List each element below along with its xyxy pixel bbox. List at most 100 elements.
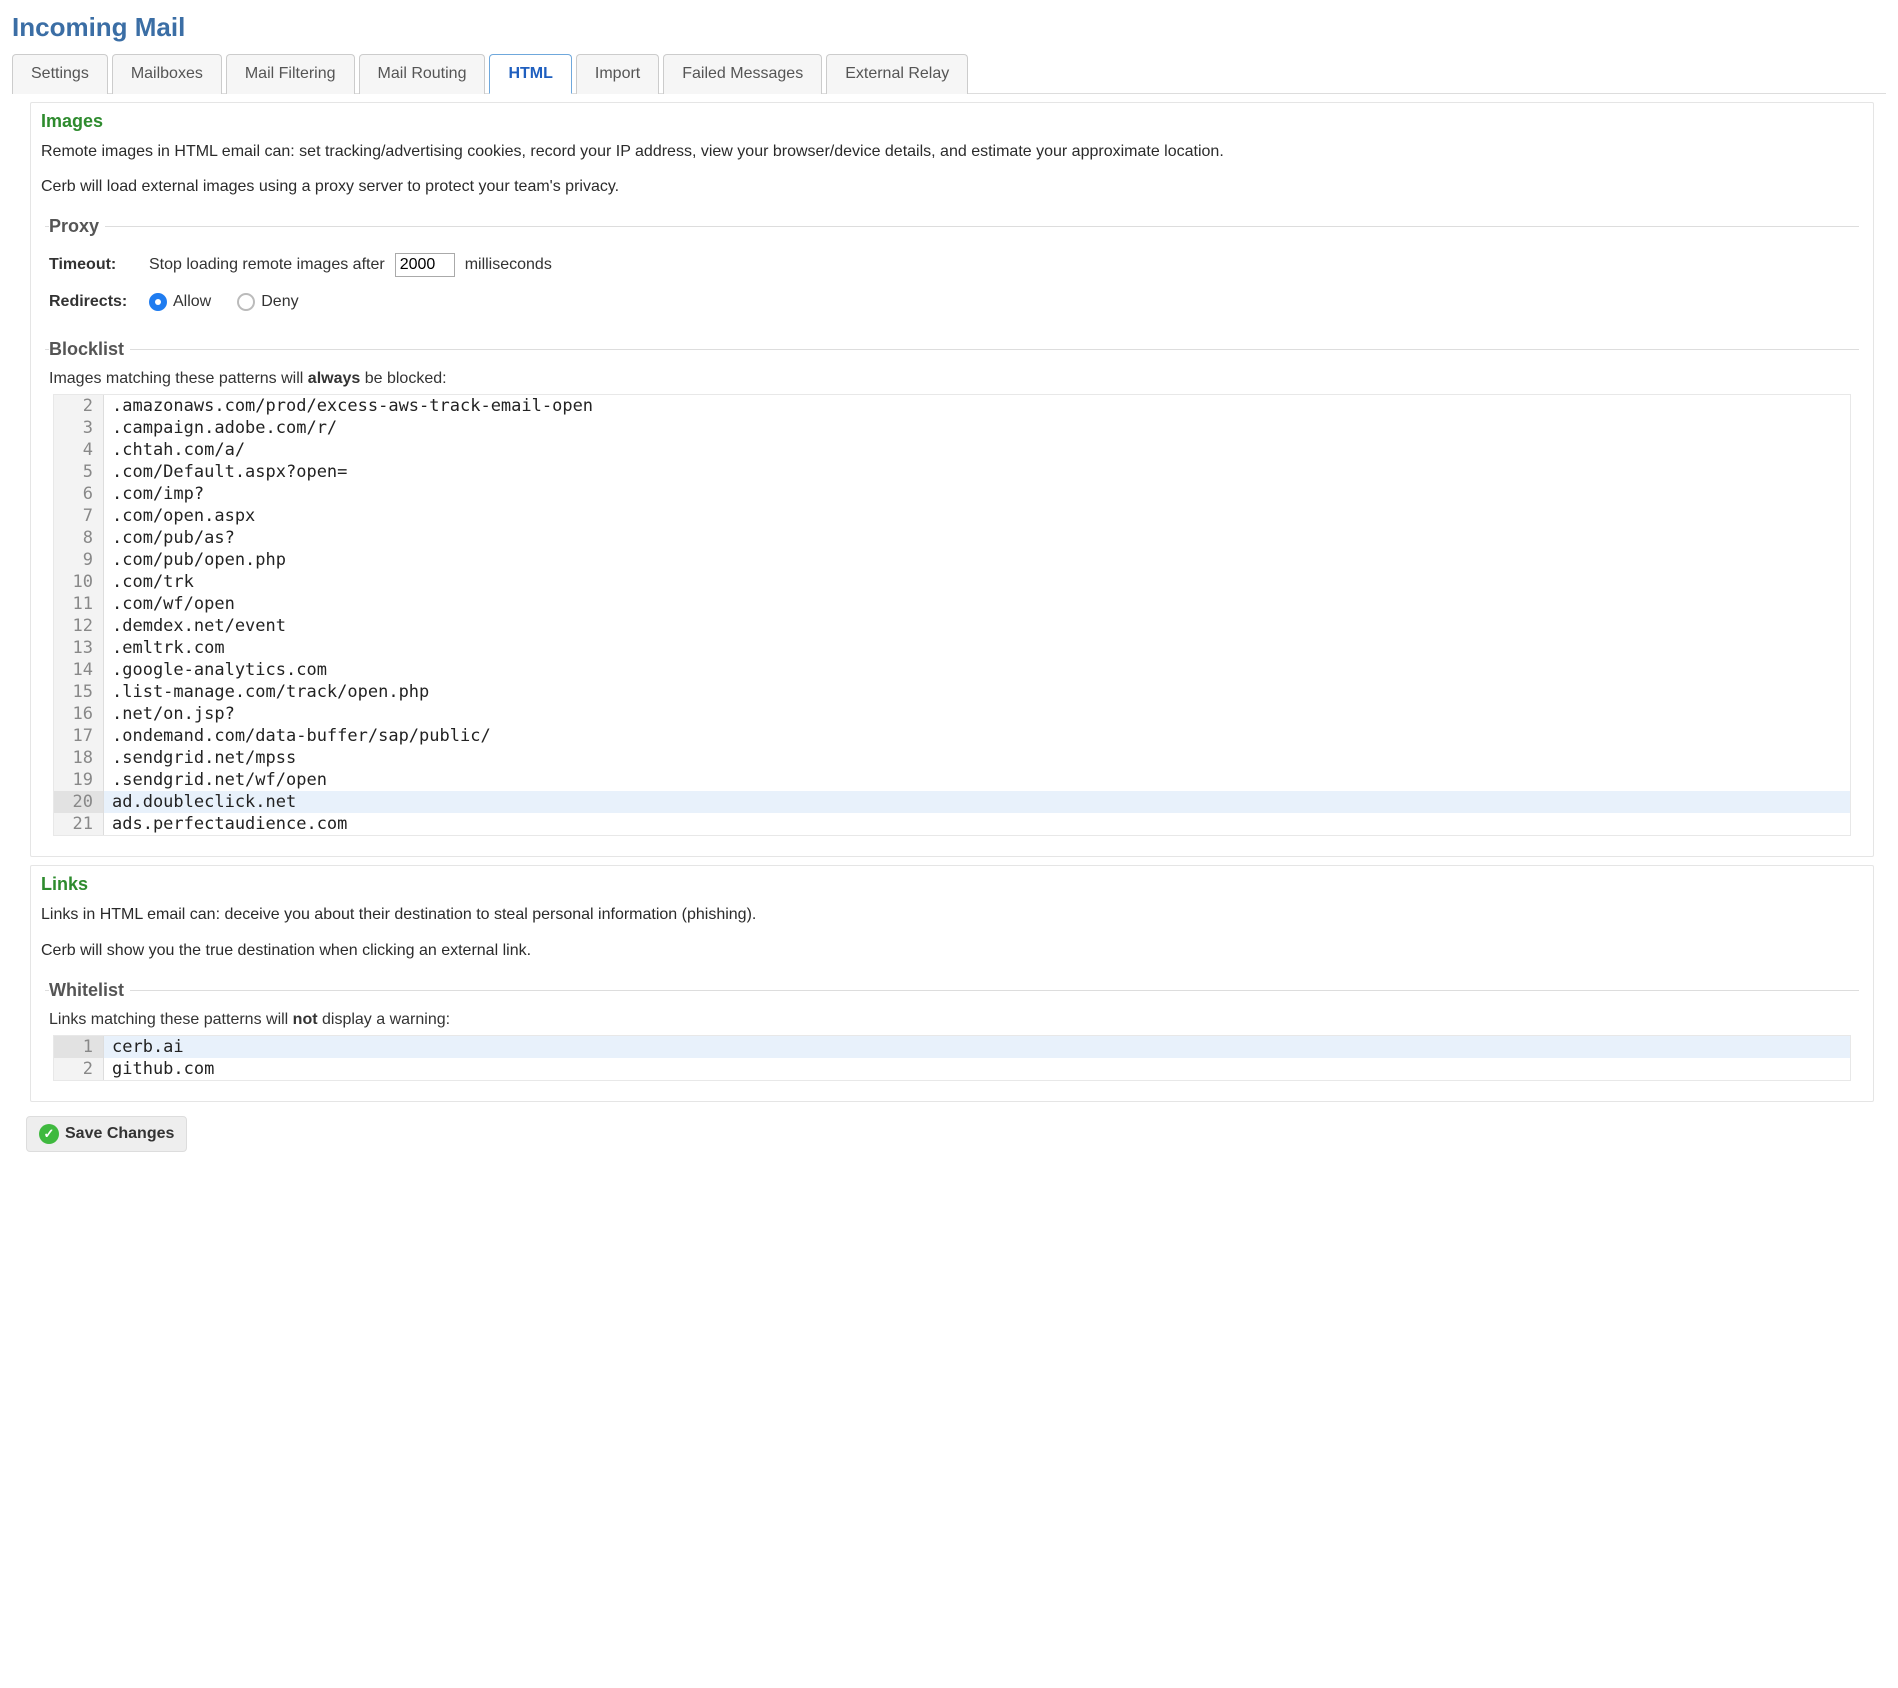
code-line[interactable]: 21ads.perfectaudience.com <box>54 813 1850 835</box>
tab-failed-messages[interactable]: Failed Messages <box>663 54 822 94</box>
code-line[interactable]: 8.com/pub/as? <box>54 527 1850 549</box>
code-line[interactable]: 7.com/open.aspx <box>54 505 1850 527</box>
line-number: 3 <box>54 417 104 439</box>
radio-allow-icon <box>149 293 167 311</box>
redirects-row: Redirects: Allow Deny <box>49 293 1855 311</box>
images-panel: Images Remote images in HTML email can: … <box>30 102 1874 857</box>
code-line[interactable]: 13.emltrk.com <box>54 637 1850 659</box>
line-number: 2 <box>54 395 104 417</box>
code-line[interactable]: 3.campaign.adobe.com/r/ <box>54 417 1850 439</box>
line-number: 1 <box>54 1036 104 1058</box>
save-button[interactable]: ✓ Save Changes <box>26 1116 187 1152</box>
code-line[interactable]: 9.com/pub/open.php <box>54 549 1850 571</box>
line-number: 12 <box>54 615 104 637</box>
page-title: Incoming Mail <box>12 12 1886 43</box>
redirects-allow-option[interactable]: Allow <box>149 293 211 311</box>
blocklist-desc-after: be blocked: <box>360 370 446 387</box>
timeout-text-before: Stop loading remote images after <box>149 256 385 274</box>
tab-mailboxes[interactable]: Mailboxes <box>112 54 222 94</box>
save-label: Save Changes <box>65 1125 174 1143</box>
code-content: .chtah.com/a/ <box>104 439 1850 461</box>
code-content: ad.doubleclick.net <box>104 791 1850 813</box>
code-content: .com/open.aspx <box>104 505 1850 527</box>
line-number: 8 <box>54 527 104 549</box>
whitelist-fieldset: Whitelist Links matching these patterns … <box>45 980 1859 1083</box>
code-content: .emltrk.com <box>104 637 1850 659</box>
whitelist-legend: Whitelist <box>49 980 130 1001</box>
tab-settings[interactable]: Settings <box>12 54 108 94</box>
images-desc-1: Remote images in HTML email can: set tra… <box>31 136 1873 171</box>
line-number: 21 <box>54 813 104 835</box>
whitelist-editor[interactable]: 1cerb.ai2github.com <box>53 1035 1851 1081</box>
code-line[interactable]: 16.net/on.jsp? <box>54 703 1850 725</box>
code-content: .com/trk <box>104 571 1850 593</box>
tabs-bar: SettingsMailboxesMail FilteringMail Rout… <box>12 53 1886 94</box>
code-content: .net/on.jsp? <box>104 703 1850 725</box>
timeout-row: Timeout: Stop loading remote images afte… <box>49 253 1855 277</box>
code-line[interactable]: 10.com/trk <box>54 571 1850 593</box>
timeout-label: Timeout: <box>49 256 139 274</box>
code-content: .sendgrid.net/mpss <box>104 747 1850 769</box>
code-line[interactable]: 4.chtah.com/a/ <box>54 439 1850 461</box>
code-content: .amazonaws.com/prod/excess-aws-track-ema… <box>104 395 1850 417</box>
code-content: .google-analytics.com <box>104 659 1850 681</box>
code-line[interactable]: 12.demdex.net/event <box>54 615 1850 637</box>
code-content: .com/pub/as? <box>104 527 1850 549</box>
whitelist-desc-before: Links matching these patterns will <box>49 1011 293 1028</box>
links-heading: Links <box>31 866 1873 899</box>
code-line[interactable]: 19.sendgrid.net/wf/open <box>54 769 1850 791</box>
line-number: 5 <box>54 461 104 483</box>
code-content: .com/imp? <box>104 483 1850 505</box>
tab-external-relay[interactable]: External Relay <box>826 54 968 94</box>
proxy-fieldset: Proxy Timeout: Stop loading remote image… <box>45 216 1859 329</box>
links-desc-1: Links in HTML email can: deceive you abo… <box>31 899 1873 934</box>
code-content: github.com <box>104 1058 1850 1080</box>
code-content: .campaign.adobe.com/r/ <box>104 417 1850 439</box>
redirects-label: Redirects: <box>49 293 139 311</box>
line-number: 19 <box>54 769 104 791</box>
line-number: 2 <box>54 1058 104 1080</box>
check-circle-icon: ✓ <box>39 1124 59 1144</box>
line-number: 9 <box>54 549 104 571</box>
tab-mail-filtering[interactable]: Mail Filtering <box>226 54 355 94</box>
code-content: .sendgrid.net/wf/open <box>104 769 1850 791</box>
code-line[interactable]: 14.google-analytics.com <box>54 659 1850 681</box>
code-line[interactable]: 1cerb.ai <box>54 1036 1850 1058</box>
code-content: .demdex.net/event <box>104 615 1850 637</box>
line-number: 16 <box>54 703 104 725</box>
code-content: .com/wf/open <box>104 593 1850 615</box>
line-number: 7 <box>54 505 104 527</box>
code-line[interactable]: 2.amazonaws.com/prod/excess-aws-track-em… <box>54 395 1850 417</box>
code-line[interactable]: 11.com/wf/open <box>54 593 1850 615</box>
tab-mail-routing[interactable]: Mail Routing <box>359 54 486 94</box>
line-number: 4 <box>54 439 104 461</box>
deny-label: Deny <box>261 293 298 311</box>
code-line[interactable]: 6.com/imp? <box>54 483 1850 505</box>
code-line[interactable]: 20ad.doubleclick.net <box>54 791 1850 813</box>
line-number: 11 <box>54 593 104 615</box>
tab-import[interactable]: Import <box>576 54 659 94</box>
code-line[interactable]: 5.com/Default.aspx?open= <box>54 461 1850 483</box>
code-content: .com/pub/open.php <box>104 549 1850 571</box>
code-line[interactable]: 17.ondemand.com/data-buffer/sap/public/ <box>54 725 1850 747</box>
allow-label: Allow <box>173 293 211 311</box>
code-content: .com/Default.aspx?open= <box>104 461 1850 483</box>
images-desc-2: Cerb will load external images using a p… <box>31 171 1873 206</box>
line-number: 15 <box>54 681 104 703</box>
timeout-text-after: milliseconds <box>465 256 552 274</box>
proxy-legend: Proxy <box>49 216 105 237</box>
code-line[interactable]: 18.sendgrid.net/mpss <box>54 747 1850 769</box>
blocklist-editor[interactable]: 2.amazonaws.com/prod/excess-aws-track-em… <box>53 394 1851 836</box>
blocklist-desc-before: Images matching these patterns will <box>49 370 308 387</box>
line-number: 14 <box>54 659 104 681</box>
tab-html[interactable]: HTML <box>489 54 571 94</box>
redirects-deny-option[interactable]: Deny <box>237 293 298 311</box>
radio-deny-icon <box>237 293 255 311</box>
whitelist-desc-strong: not <box>293 1011 318 1028</box>
timeout-input[interactable] <box>395 253 455 277</box>
line-number: 13 <box>54 637 104 659</box>
code-line[interactable]: 15.list-manage.com/track/open.php <box>54 681 1850 703</box>
code-content: .ondemand.com/data-buffer/sap/public/ <box>104 725 1850 747</box>
code-line[interactable]: 2github.com <box>54 1058 1850 1080</box>
links-panel: Links Links in HTML email can: deceive y… <box>30 865 1874 1101</box>
